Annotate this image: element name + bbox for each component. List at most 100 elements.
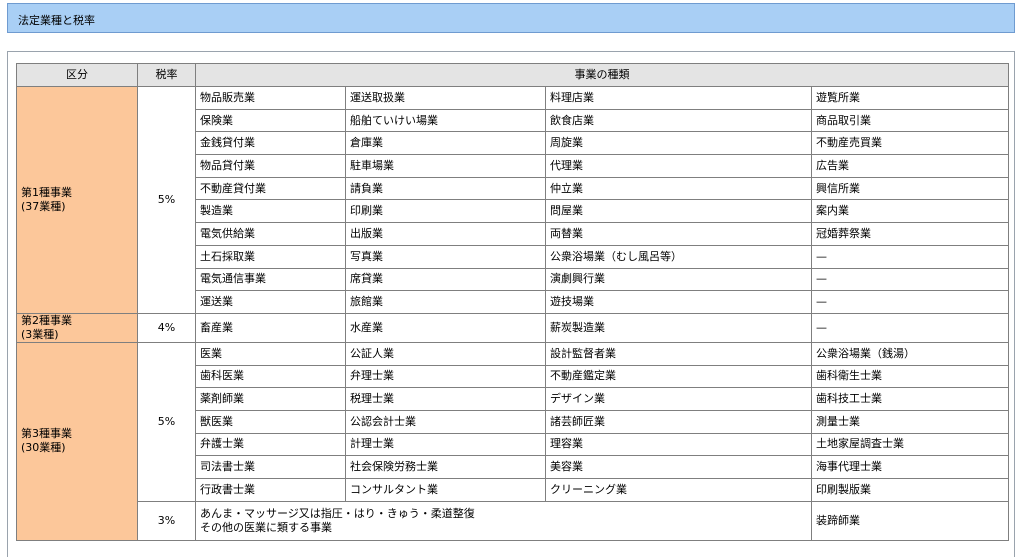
business-type-cell: 不動産売買業 bbox=[811, 131, 1009, 156]
business-type-cell: 仲立業 bbox=[545, 176, 812, 201]
business-type-cell: 獣医業 bbox=[195, 409, 346, 434]
tax-rate-cell: 5% bbox=[137, 341, 196, 502]
business-type-cell: 商品取引業 bbox=[811, 108, 1009, 133]
business-type-cell: 問屋業 bbox=[545, 199, 812, 224]
table-row: 第1種事業 (37業種) 5% 物品販売業 運送取扱業 料理店業 遊覧所業 bbox=[16, 86, 1009, 314]
business-type-cell: 広告業 bbox=[811, 154, 1009, 178]
business-type-cell: 電気通信事業 bbox=[195, 267, 346, 292]
business-type-cell: 行政書士業 bbox=[195, 478, 346, 502]
business-type-cell: 土石採取業 bbox=[195, 244, 346, 269]
business-type-cell: — bbox=[811, 290, 1009, 314]
business-type-cell: 薪炭製造業 bbox=[545, 312, 812, 343]
business-type-cell: 税理士業 bbox=[345, 387, 546, 411]
business-type-cell: 海事代理士業 bbox=[811, 455, 1009, 479]
business-type-cell: 周旋業 bbox=[545, 131, 812, 156]
business-type-cell: 司法書士業 bbox=[195, 455, 346, 479]
business-type-cell: 写真業 bbox=[345, 244, 546, 269]
business-type-cell: 駐車場業 bbox=[345, 154, 546, 178]
page-title: 法定業種と税率 bbox=[18, 14, 95, 27]
tax-rate-cell: 5% bbox=[137, 86, 196, 314]
business-type-cell: 不動産貸付業 bbox=[195, 176, 346, 201]
business-type-cell: 畜産業 bbox=[195, 312, 346, 343]
business-type-cell: 案内業 bbox=[811, 199, 1009, 224]
business-type-cell: コンサルタント業 bbox=[345, 478, 546, 502]
business-type-cell: 請負業 bbox=[345, 176, 546, 201]
business-type-cell: 印刷業 bbox=[345, 199, 546, 224]
business-type-cell: 弁護士業 bbox=[195, 432, 346, 457]
business-type-cell: 理容業 bbox=[545, 432, 812, 457]
business-type-cell: 冠婚葬祭業 bbox=[811, 222, 1009, 246]
business-type-cell: 水産業 bbox=[345, 312, 546, 343]
header-category: 区分 bbox=[16, 63, 138, 87]
business-type-cell: 美容業 bbox=[545, 455, 812, 479]
business-type-line: その他の医業に類する事業 bbox=[200, 520, 332, 534]
business-type-cell: 代理業 bbox=[545, 154, 812, 178]
table-row: 第3種事業 (30業種) 5% 医業 公証人業 設計監督者業 公衆浴場業（銭湯） bbox=[16, 341, 1009, 541]
business-type-cell: 設計監督者業 bbox=[545, 341, 812, 366]
table-row: 第2種事業 (3業種) 4% 畜産業 水産業 薪炭製造業 — bbox=[16, 312, 1009, 343]
category-count: (3業種) bbox=[21, 327, 59, 341]
business-type-cell: 遊覧所業 bbox=[811, 86, 1009, 110]
business-type-cell: — bbox=[811, 267, 1009, 292]
business-type-cell: 薬剤師業 bbox=[195, 387, 346, 411]
business-type-cell: 飲食店業 bbox=[545, 108, 812, 133]
business-type-cell: 物品貸付業 bbox=[195, 154, 346, 178]
business-type-cell: クリーニング業 bbox=[545, 478, 812, 502]
business-type-cell: 公証人業 bbox=[345, 341, 546, 366]
business-type-cell: あんま・マッサージ又は指圧・はり・きゅう・柔道整復 その他の医業に類する事業 bbox=[195, 500, 812, 541]
business-type-line: あんま・マッサージ又は指圧・はり・きゅう・柔道整復 bbox=[200, 506, 475, 520]
business-type-cell: 製造業 bbox=[195, 199, 346, 224]
business-type-cell: 興信所業 bbox=[811, 176, 1009, 201]
business-type-cell: 両替業 bbox=[545, 222, 812, 246]
business-type-cell: 出版業 bbox=[345, 222, 546, 246]
table-row: 3% あんま・マッサージ又は指圧・はり・きゅう・柔道整復 その他の医業に類する事業装… bbox=[17, 500, 1009, 541]
business-type-cell: 不動産鑑定業 bbox=[545, 364, 812, 389]
business-tax-table: 区分 税率 事業の種類 第1種事業 (37業種) 5% 物品販売業 運送取扱業 料理店業遊… bbox=[16, 63, 1009, 541]
category-cell: 第3種事業 (30業種) bbox=[16, 341, 138, 541]
category-name: 第2種事業 bbox=[21, 313, 72, 327]
business-type-cell: 歯科技工士業 bbox=[811, 387, 1009, 411]
business-type-cell: 医業 bbox=[195, 341, 346, 366]
business-type-cell: 保険業 bbox=[195, 108, 346, 133]
tax-rate-cell: 4% bbox=[137, 312, 196, 343]
category-cell: 第2種事業 (3業種) bbox=[16, 312, 138, 343]
business-type-cell: 弁理士業 bbox=[345, 364, 546, 389]
business-type-cell: 運送業 bbox=[195, 290, 346, 314]
business-type-cell: 演劇興行業 bbox=[545, 267, 812, 292]
table-container: 区分 税率 事業の種類 第1種事業 (37業種) 5% 物品販売業 運送取扱業 料理店業遊… bbox=[7, 51, 1015, 557]
business-type-cell: デザイン業 bbox=[545, 387, 812, 411]
business-type-cell: 測量士業 bbox=[811, 409, 1009, 434]
category-count: (37業種) bbox=[21, 199, 66, 213]
business-type-cell: 倉庫業 bbox=[345, 131, 546, 156]
business-type-cell: 船舶ていけい場業 bbox=[345, 108, 546, 133]
business-type-cell: 電気供給業 bbox=[195, 222, 346, 246]
page-header: 法定業種と税率 bbox=[7, 3, 1015, 33]
category-name: 第1種事業 bbox=[21, 185, 72, 199]
category-name: 第3種事業 bbox=[21, 427, 72, 441]
table-header-row: 区分 税率 事業の種類 bbox=[16, 63, 1009, 87]
business-type-cell: 公衆浴場業（むし風呂等） bbox=[545, 244, 812, 269]
business-type-cell: 歯科衛生士業 bbox=[811, 364, 1009, 389]
business-type-cell: 公衆浴場業（銭湯） bbox=[811, 341, 1009, 366]
business-type-cell: 席貸業 bbox=[345, 267, 546, 292]
business-type-cell: 社会保険労務士業 bbox=[345, 455, 546, 479]
business-type-cell: 料理店業 bbox=[545, 86, 812, 110]
business-type-cell: 物品販売業 bbox=[195, 86, 346, 110]
business-type-cell: 公認会計士業 bbox=[345, 409, 546, 434]
business-type-cell: 印刷製版業 bbox=[811, 478, 1009, 502]
business-type-cell: 諸芸師匠業 bbox=[545, 409, 812, 434]
business-type-cell: — bbox=[811, 312, 1009, 343]
business-type-cell: 土地家屋調査士業 bbox=[811, 432, 1009, 457]
business-type-cell: 運送取扱業 bbox=[345, 86, 546, 110]
business-type-cell: 旅館業 bbox=[345, 290, 546, 314]
tax-rate-cell: 3% bbox=[137, 500, 196, 541]
header-business-types: 事業の種類 bbox=[195, 63, 1009, 87]
business-type-cell: 計理士業 bbox=[345, 432, 546, 457]
business-type-cell: 遊技場業 bbox=[545, 290, 812, 314]
business-type-cell: 金銭貸付業 bbox=[195, 131, 346, 156]
category-count: (30業種) bbox=[21, 441, 66, 455]
business-type-cell: 装蹄師業 bbox=[811, 500, 1009, 541]
category-cell: 第1種事業 (37業種) bbox=[16, 86, 138, 314]
business-type-cell: — bbox=[811, 244, 1009, 269]
header-rate: 税率 bbox=[137, 63, 196, 87]
